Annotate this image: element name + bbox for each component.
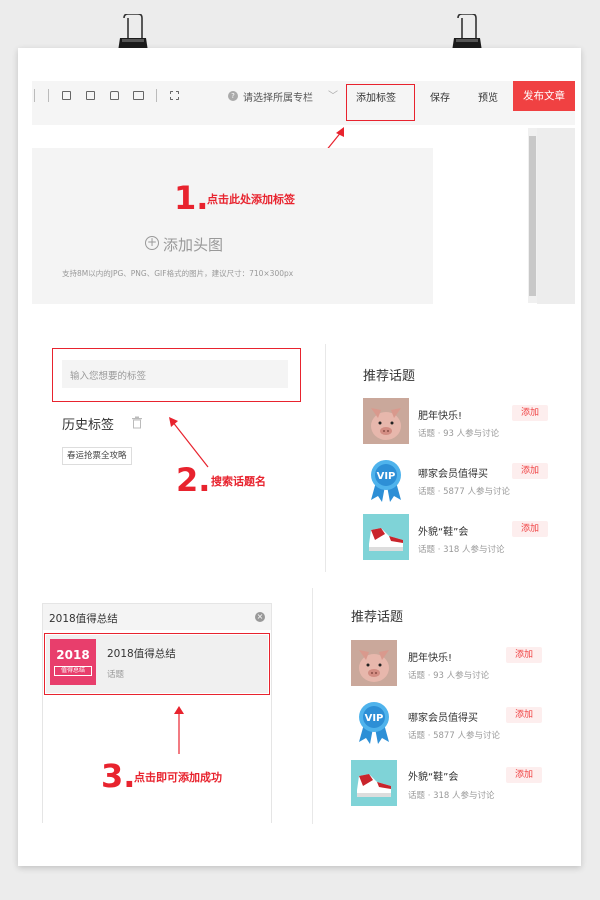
attachment-icon[interactable] (110, 91, 119, 100)
section-divider (325, 344, 326, 572)
badge-subtitle: 值得总结 (54, 666, 92, 676)
video-icon[interactable] (133, 91, 144, 100)
section-divider (312, 588, 313, 824)
add-topic-button[interactable]: 添加 (506, 767, 542, 783)
topic-name[interactable]: 肥年快乐! (408, 649, 452, 664)
search-query: 2018值得总结 (49, 613, 118, 625)
topic-name[interactable]: 哪家会员值得买 (418, 465, 488, 480)
header-image-area[interactable] (32, 148, 433, 304)
step-1-number: 1. (174, 179, 209, 217)
svg-text:VIP: VIP (365, 713, 384, 724)
clear-icon[interactable]: × (255, 612, 265, 622)
sneaker-photo[interactable] (351, 760, 397, 806)
column-select[interactable]: 请选择所属专栏 (243, 89, 313, 104)
topic-meta: 话题 · 318 人参与讨论 (418, 545, 505, 555)
vip-badge-icon[interactable]: VIP (351, 698, 397, 744)
badge-year: 2018 (56, 648, 90, 662)
step-2-text: 搜索话题名 (211, 475, 266, 488)
scrollbar-thumb[interactable] (529, 136, 536, 296)
topic-name[interactable]: 外貌“鞋”会 (408, 768, 458, 783)
svg-text:VIP: VIP (377, 471, 396, 482)
editor-margin (537, 128, 575, 304)
recommend-title: 推荐话题 (363, 369, 416, 384)
image-icon[interactable] (62, 91, 71, 100)
topic-name[interactable]: 肥年快乐! (418, 407, 462, 422)
add-topic-button[interactable]: 添加 (506, 707, 542, 723)
topic-meta: 话题 · 93 人参与讨论 (408, 671, 490, 681)
add-topic-button[interactable]: 添加 (512, 521, 548, 537)
add-topic-button[interactable]: 添加 (512, 463, 548, 479)
save-button[interactable]: 保存 (430, 89, 450, 104)
sneaker-photo[interactable] (363, 514, 409, 560)
editor-toolbar: ? 请选择所属专栏 ﹀ 添加标签 保存 预览 发布文章 (32, 81, 575, 112)
highlight-add-tag (346, 84, 415, 121)
step-2-number: 2. (176, 461, 211, 499)
toolbar-divider (156, 89, 157, 102)
step-3-text: 点击即可添加成功 (134, 771, 222, 784)
help-icon[interactable]: ? (228, 91, 238, 101)
add-topic-button[interactable]: 添加 (506, 647, 542, 663)
arrow-annotation (174, 706, 184, 754)
recommend-title: 推荐话题 (351, 610, 404, 625)
tag-input-field[interactable]: 输入您想要的标签 (62, 360, 288, 388)
preview-button[interactable]: 预览 (478, 89, 498, 104)
history-title: 历史标签 (62, 418, 115, 433)
topic-meta: 话题 · 5877 人参与讨论 (418, 487, 510, 497)
gallery-icon[interactable] (86, 91, 95, 100)
plus-icon[interactable]: + (145, 236, 159, 250)
search-result-item[interactable]: 2018 值得总结 2018值得总结 话题 (46, 635, 268, 693)
add-header-image-label[interactable]: 添加头图 (163, 234, 223, 255)
add-topic-button[interactable]: 添加 (512, 405, 548, 421)
pig-photo[interactable] (363, 398, 409, 444)
topic-meta: 话题 · 93 人参与讨论 (418, 429, 500, 439)
tag-input-placeholder: 输入您想要的标签 (70, 371, 147, 382)
pig-photo[interactable] (351, 640, 397, 686)
trash-icon[interactable] (131, 416, 143, 429)
header-image-hint: 支持8M以内的JPG、PNG、GIF格式的图片，建议尺寸：710×300px (62, 269, 294, 278)
topic-name[interactable]: 哪家会员值得买 (408, 709, 478, 724)
toolbar-divider (48, 89, 49, 102)
result-type: 话题 (107, 670, 125, 680)
fullscreen-icon[interactable] (170, 91, 179, 100)
poster: ? 请选择所属专栏 ﹀ 添加标签 保存 预览 发布文章 1. 点击此处添加标签 … (18, 48, 581, 866)
search-input-field[interactable]: 2018值得总结 × (43, 604, 271, 630)
result-title: 2018值得总结 (107, 648, 176, 660)
topic-badge: 2018 值得总结 (50, 639, 96, 685)
toolbar-divider (34, 89, 35, 102)
step-3-number: 3. (101, 757, 136, 795)
topic-meta: 话题 · 5877 人参与讨论 (408, 731, 500, 741)
step-1-text: 点击此处添加标签 (207, 193, 295, 206)
scrollbar[interactable] (528, 128, 537, 303)
publish-button[interactable]: 发布文章 (513, 81, 575, 111)
topic-name[interactable]: 外貌“鞋”会 (418, 523, 468, 538)
chevron-down-icon[interactable]: ﹀ (328, 87, 338, 102)
vip-badge-icon[interactable]: VIP (363, 456, 409, 502)
history-tag-item[interactable]: 春运抢票全攻略 (62, 447, 132, 465)
topic-meta: 话题 · 318 人参与讨论 (408, 791, 495, 801)
